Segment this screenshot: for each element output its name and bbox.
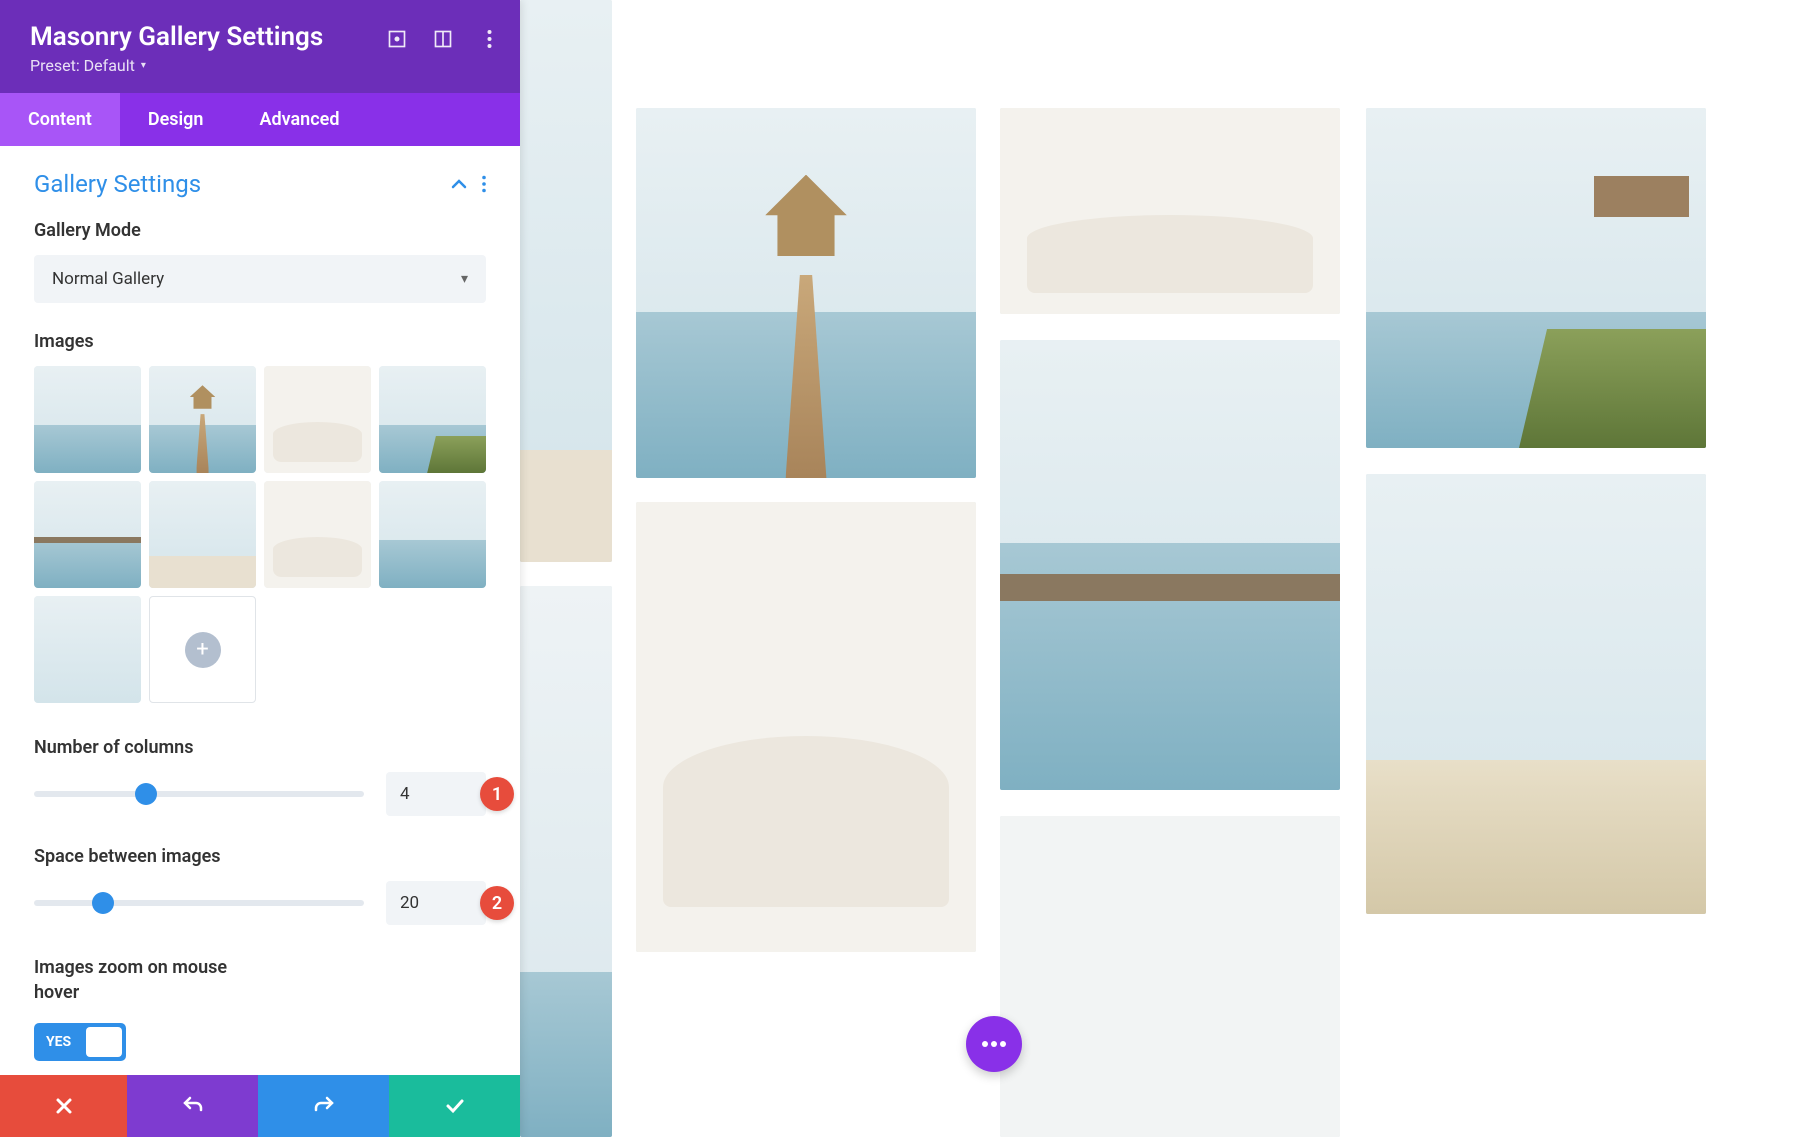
slider-thumb[interactable]	[92, 892, 114, 914]
gallery-image[interactable]	[636, 502, 976, 952]
gallery-mode-select[interactable]: Normal Gallery ▾	[34, 255, 486, 303]
image-thumb[interactable]	[379, 481, 486, 588]
columns-label: Number of columns	[34, 737, 486, 758]
header-actions	[386, 28, 500, 50]
select-caret-icon: ▾	[461, 271, 468, 287]
tab-design[interactable]: Design	[120, 93, 232, 146]
section-header: Gallery Settings	[34, 170, 486, 198]
gallery-preview	[520, 0, 1800, 1137]
tab-content[interactable]: Content	[0, 93, 120, 146]
tab-advanced[interactable]: Advanced	[231, 93, 367, 146]
image-thumb[interactable]	[149, 366, 256, 473]
columns-value: 4	[400, 784, 410, 804]
gallery-image[interactable]	[1366, 108, 1706, 448]
kebab-menu-icon[interactable]	[478, 28, 500, 50]
toggle-state: YES	[34, 1034, 71, 1050]
section-title: Gallery Settings	[34, 170, 201, 198]
annotation-badge: 2	[480, 886, 514, 920]
undo-button[interactable]	[127, 1075, 258, 1137]
zoom-label: Images zoom on mouse hover	[34, 955, 274, 1005]
tab-bar: Content Design Advanced	[0, 93, 520, 146]
images-label: Images	[34, 331, 486, 352]
gallery-image[interactable]	[1000, 340, 1340, 790]
gallery-image[interactable]	[636, 108, 976, 478]
collapse-icon[interactable]	[450, 178, 468, 190]
columns-slider[interactable]	[34, 791, 364, 797]
close-button[interactable]	[0, 1075, 127, 1137]
gallery-image[interactable]	[520, 586, 612, 1137]
slider-thumb[interactable]	[135, 783, 157, 805]
gallery-mode-value: Normal Gallery	[52, 269, 164, 289]
add-image-button[interactable]: +	[149, 596, 256, 703]
gallery-image[interactable]	[1000, 108, 1340, 314]
space-value: 20	[400, 893, 419, 913]
plus-icon: +	[185, 632, 221, 668]
annotation-badge: 1	[480, 777, 514, 811]
columns-field: Number of columns 4 1	[34, 737, 486, 816]
image-thumb[interactable]	[34, 366, 141, 473]
gallery-mode-label: Gallery Mode	[34, 220, 486, 241]
zoom-field: Images zoom on mouse hover YES	[34, 955, 486, 1061]
preset-dropdown[interactable]: Preset: Default ▾	[30, 56, 146, 75]
preset-label: Preset: Default	[30, 56, 135, 75]
panel-footer	[0, 1075, 520, 1137]
space-label: Space between images	[34, 846, 486, 867]
space-slider[interactable]	[34, 900, 364, 906]
gallery-image[interactable]	[520, 0, 612, 562]
columns-input[interactable]: 4 1	[386, 772, 486, 816]
image-thumb[interactable]	[34, 596, 141, 703]
image-thumb[interactable]	[379, 366, 486, 473]
gallery-image[interactable]	[1366, 474, 1706, 914]
caret-down-icon: ▾	[141, 60, 146, 71]
image-thumb[interactable]	[149, 481, 256, 588]
gallery-image[interactable]	[1000, 816, 1340, 1137]
columns-icon[interactable]	[432, 28, 454, 50]
panel-content: Gallery Settings Gallery Mode Normal Gal…	[0, 146, 520, 1075]
expand-icon[interactable]	[386, 28, 408, 50]
settings-panel: Masonry Gallery Settings Preset: Default…	[0, 0, 520, 1137]
images-grid: +	[34, 366, 486, 703]
zoom-toggle[interactable]: YES	[34, 1023, 126, 1061]
redo-button[interactable]	[258, 1075, 389, 1137]
page-fab-button[interactable]	[966, 1016, 1022, 1072]
image-thumb[interactable]	[264, 366, 371, 473]
image-thumb[interactable]	[264, 481, 371, 588]
image-thumb[interactable]	[34, 481, 141, 588]
panel-header: Masonry Gallery Settings Preset: Default…	[0, 0, 520, 93]
toggle-knob	[86, 1027, 122, 1057]
space-field: Space between images 20 2	[34, 846, 486, 925]
space-input[interactable]: 20 2	[386, 881, 486, 925]
section-kebab-icon[interactable]	[482, 175, 486, 193]
save-button[interactable]	[389, 1075, 520, 1137]
